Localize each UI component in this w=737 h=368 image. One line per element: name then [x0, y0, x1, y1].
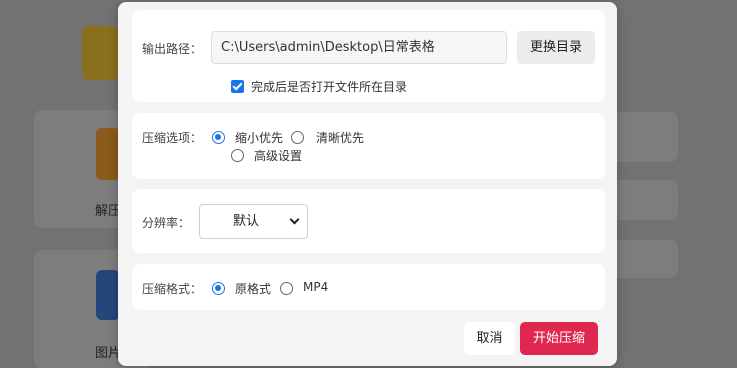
- folder-zip-icon: [82, 26, 118, 80]
- image-icon: [96, 270, 120, 320]
- bg-card-right-1: [610, 112, 678, 162]
- open-folder-checkbox[interactable]: [231, 80, 244, 93]
- format-section: 压缩格式： 原格式 MP4: [132, 264, 605, 310]
- resolution-value: 默认: [232, 214, 259, 229]
- resolution-label: 分辨率：: [142, 216, 191, 230]
- radio-clarity-first[interactable]: [291, 131, 304, 144]
- radio-original-format[interactable]: [212, 282, 225, 295]
- compress-options-section: 压缩选项： 缩小优先 清晰优先 高级设置: [132, 113, 605, 179]
- option-mp4[interactable]: MP4: [303, 280, 328, 294]
- start-compress-button[interactable]: 开始压缩: [520, 322, 598, 355]
- resolution-select[interactable]: 默认: [199, 204, 308, 239]
- format-label: 压缩格式：: [142, 282, 203, 296]
- compress-dialog: 输出路径： C:\Users\admin\Desktop\日常表格 更换目录 完…: [118, 2, 617, 366]
- option-clarity-first[interactable]: 清晰优先: [316, 129, 364, 146]
- unzip-icon: [96, 128, 120, 180]
- radio-mp4[interactable]: [280, 282, 293, 295]
- bg-card-right-3: [610, 240, 678, 278]
- option-advanced[interactable]: 高级设置: [254, 147, 302, 164]
- output-path-label: 输出路径：: [142, 42, 203, 56]
- output-section: 输出路径： C:\Users\admin\Desktop\日常表格 更换目录 完…: [132, 10, 605, 102]
- cancel-button[interactable]: 取消: [464, 322, 515, 355]
- option-shrink-first[interactable]: 缩小优先: [235, 129, 283, 146]
- radio-shrink-first[interactable]: [212, 131, 225, 144]
- resolution-section: 分辨率： 默认: [132, 189, 605, 253]
- change-directory-button[interactable]: 更换目录: [517, 31, 595, 64]
- radio-advanced[interactable]: [231, 149, 244, 162]
- output-path-input[interactable]: C:\Users\admin\Desktop\日常表格: [211, 31, 507, 64]
- option-original-format[interactable]: 原格式: [235, 280, 271, 297]
- open-folder-label[interactable]: 完成后是否打开文件所在目录: [251, 78, 407, 95]
- compress-options-label: 压缩选项：: [142, 131, 203, 145]
- bg-card-right-2: [610, 180, 678, 220]
